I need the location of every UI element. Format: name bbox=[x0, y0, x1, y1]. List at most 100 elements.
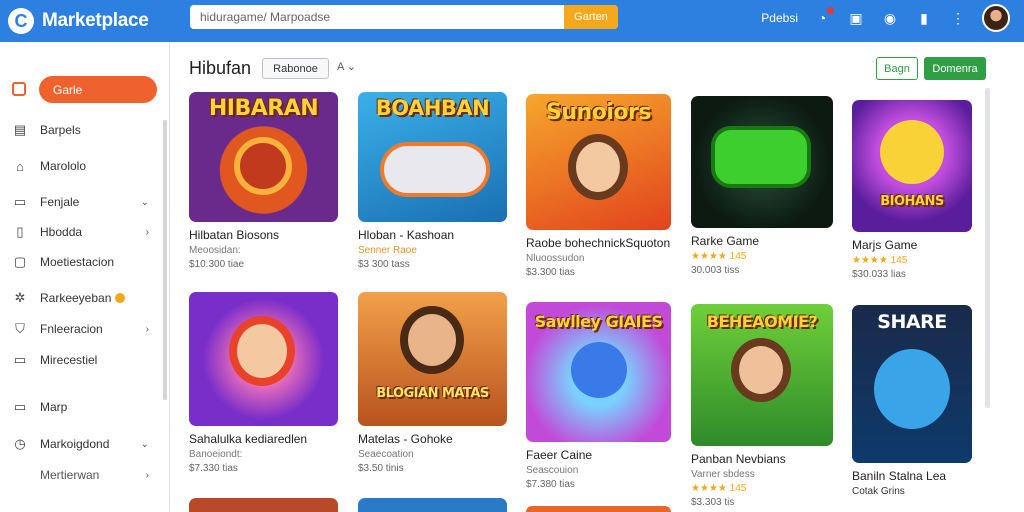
sidebar-subitem[interactable]: Mertierwan › bbox=[0, 464, 165, 486]
chevron-down-icon: ⌄ bbox=[140, 438, 149, 450]
game-thumbnail: BLOGIAN MATAS bbox=[358, 292, 507, 426]
card-subtitle: Varner sbdess bbox=[691, 469, 755, 480]
sidebar-item[interactable]: ◷ Markoigdond ⌄ bbox=[0, 433, 165, 455]
game-card[interactable]: Sahalulka kediaredlen Banoeiondt: $7.330… bbox=[189, 292, 338, 474]
card-subtitle: Seaecoation bbox=[358, 449, 414, 460]
chat-icon[interactable]: ▣ bbox=[846, 8, 866, 28]
secondary-button[interactable]: Bagn bbox=[876, 57, 918, 80]
sidebar-item-active[interactable]: Garle bbox=[39, 76, 157, 103]
notification-icon[interactable]: ◔ bbox=[812, 7, 834, 28]
card-title: Sahalulka kediaredlen bbox=[189, 432, 308, 446]
card-subtitle: Seascouion bbox=[526, 465, 579, 476]
sort-dropdown[interactable]: A ⌄ bbox=[337, 60, 356, 73]
notification-dot bbox=[827, 7, 834, 14]
game-card[interactable]: SHARE Baniln Stalna Lea Cotak Grins bbox=[852, 305, 972, 497]
game-thumbnail bbox=[189, 498, 338, 512]
game-thumbnail: Sunoiors bbox=[526, 94, 671, 230]
sidebar-item[interactable]: ⛉ Fnleeracion › bbox=[0, 318, 165, 340]
game-card[interactable]: BLOGIAN MATAS Matelas - Gohoke Seaecoati… bbox=[358, 292, 507, 474]
card-price: $7.330 tias bbox=[189, 463, 238, 474]
card-title: Marjs Game bbox=[852, 238, 918, 252]
game-card[interactable] bbox=[189, 498, 338, 512]
top-right-actions: Pdebsi ◔ ▣ ◉ ▮ ⋮ bbox=[761, 4, 1010, 32]
card-price: 30.003 tiss bbox=[691, 265, 740, 276]
card-price: $3.50 tinis bbox=[358, 463, 404, 474]
sidebar-item[interactable]: ⌂ Marololo bbox=[0, 155, 165, 177]
card-title: Faeer Caine bbox=[526, 448, 593, 462]
game-thumbnail bbox=[691, 96, 833, 228]
card-title: Baniln Stalna Lea bbox=[852, 469, 947, 483]
card-rating: ★★★★ 145 bbox=[852, 255, 908, 266]
game-thumbnail: SHARE bbox=[852, 305, 972, 463]
logo[interactable]: C Marketplace bbox=[8, 8, 183, 34]
help-icon[interactable]: ◉ bbox=[880, 8, 900, 28]
sidebar: Garle ▤ Barpels ⌂ Marololo ▭ Fenjale ⌄ ▯ Hbod… bbox=[0, 42, 170, 512]
chevron-down-icon: ⌄ bbox=[140, 196, 149, 208]
game-card[interactable]: HIBARAN Hilbatan Biosons Meoosidan: $10.… bbox=[189, 92, 338, 270]
card-price: $3 300 tass bbox=[358, 259, 410, 270]
card-title: Hilbatan Biosons bbox=[189, 228, 280, 242]
game-thumbnail bbox=[358, 498, 507, 512]
card-subtitle: Meoosidan: bbox=[189, 245, 241, 256]
game-card[interactable] bbox=[526, 506, 671, 512]
card-subtitle: Cotak Grins bbox=[852, 486, 905, 497]
edit-icon: ▯ bbox=[16, 224, 24, 239]
card-price: $7.380 tias bbox=[526, 479, 575, 490]
clock-icon: ◷ bbox=[14, 436, 26, 451]
page-title: Hibufan bbox=[189, 58, 252, 78]
sidebar-item[interactable]: ▭ Fenjale ⌄ bbox=[0, 191, 165, 213]
folder-icon: ▭ bbox=[13, 194, 27, 209]
app-name: Marketplace bbox=[42, 10, 149, 31]
search-button[interactable]: Garten bbox=[564, 5, 618, 29]
sidebar-item[interactable]: ▭ Marp bbox=[0, 396, 165, 418]
game-card[interactable]: Rarke Game ★★★★ 145 30.003 tiss bbox=[691, 96, 833, 276]
sidebar-item[interactable]: ▤ Barpels bbox=[0, 119, 165, 141]
top-link[interactable]: Pdebsi bbox=[761, 11, 798, 25]
settings-icon: ✲ bbox=[14, 290, 26, 305]
game-thumbnail bbox=[526, 506, 671, 512]
shield-icon: ⛉ bbox=[15, 321, 25, 336]
card-title: Panban Nevbians bbox=[691, 452, 786, 466]
sidebar-item[interactable]: ✲ Rarkeeyeban bbox=[0, 287, 165, 309]
avatar[interactable] bbox=[982, 4, 1010, 32]
game-card[interactable] bbox=[358, 498, 507, 512]
list-icon: ▭ bbox=[13, 352, 27, 367]
game-thumbnail: HIBARAN bbox=[189, 92, 338, 222]
card-title: Hloban - Kashoan bbox=[358, 228, 455, 242]
chevron-down-icon: ⌄ bbox=[343, 61, 357, 73]
card-price: $10.300 tiae bbox=[189, 259, 245, 270]
game-thumbnail: BIOHANS bbox=[852, 100, 972, 232]
card-rating: ★★★★ 145 bbox=[691, 483, 747, 494]
home-icon: ⌂ bbox=[16, 158, 24, 174]
main-scrollbar[interactable] bbox=[985, 88, 990, 408]
sidebar-item[interactable]: ▯ Hbodda › bbox=[0, 221, 165, 243]
game-card[interactable]: BIOHANS Marjs Game ★★★★ 145 $30.033 lias bbox=[852, 100, 972, 280]
games-icon bbox=[12, 82, 26, 96]
more-icon[interactable]: ⋮ bbox=[948, 8, 968, 28]
chart-icon: ▤ bbox=[13, 122, 27, 137]
game-card[interactable]: Sunoiors Raobe bohechnickSquoton Nluooss… bbox=[526, 94, 671, 278]
card-title: Matelas - Gohoke bbox=[358, 432, 453, 446]
card-subtitle: Nluoossudon bbox=[526, 253, 585, 264]
game-thumbnail: BEHEAOMIE? bbox=[691, 304, 833, 446]
logo-icon: C bbox=[8, 8, 34, 34]
sidebar-item[interactable]: ▢ Moetiestacion bbox=[0, 251, 165, 273]
game-card[interactable]: BEHEAOMIE? Panban Nevbians Varner sbdess… bbox=[691, 304, 833, 508]
status-badge bbox=[115, 293, 126, 303]
filter-button[interactable]: Rabonoe bbox=[262, 58, 329, 79]
game-card[interactable]: Sawlley GIAIES Faeer Caine Seascouion $7… bbox=[526, 302, 671, 490]
chevron-right-icon: › bbox=[145, 323, 149, 335]
sidebar-item[interactable]: ▭ Mirecestiel bbox=[0, 349, 165, 371]
card-title: Rarke Game bbox=[691, 234, 760, 248]
search-input[interactable] bbox=[190, 5, 564, 29]
card-price: $3.300 tias bbox=[526, 267, 575, 278]
game-card[interactable]: BOAHBAN Hloban - Kashoan Senner Raoe $3 … bbox=[358, 92, 507, 270]
primary-button[interactable]: Domenra bbox=[924, 57, 986, 80]
card-rating: ★★★★ 145 bbox=[691, 251, 747, 262]
chevron-right-icon: › bbox=[145, 469, 149, 481]
game-thumbnail: BOAHBAN bbox=[358, 92, 507, 222]
map-icon: ▭ bbox=[13, 399, 27, 414]
game-thumbnail bbox=[189, 292, 338, 426]
bookmark-icon[interactable]: ▮ bbox=[914, 8, 934, 28]
sidebar-scrollbar[interactable] bbox=[163, 120, 167, 400]
